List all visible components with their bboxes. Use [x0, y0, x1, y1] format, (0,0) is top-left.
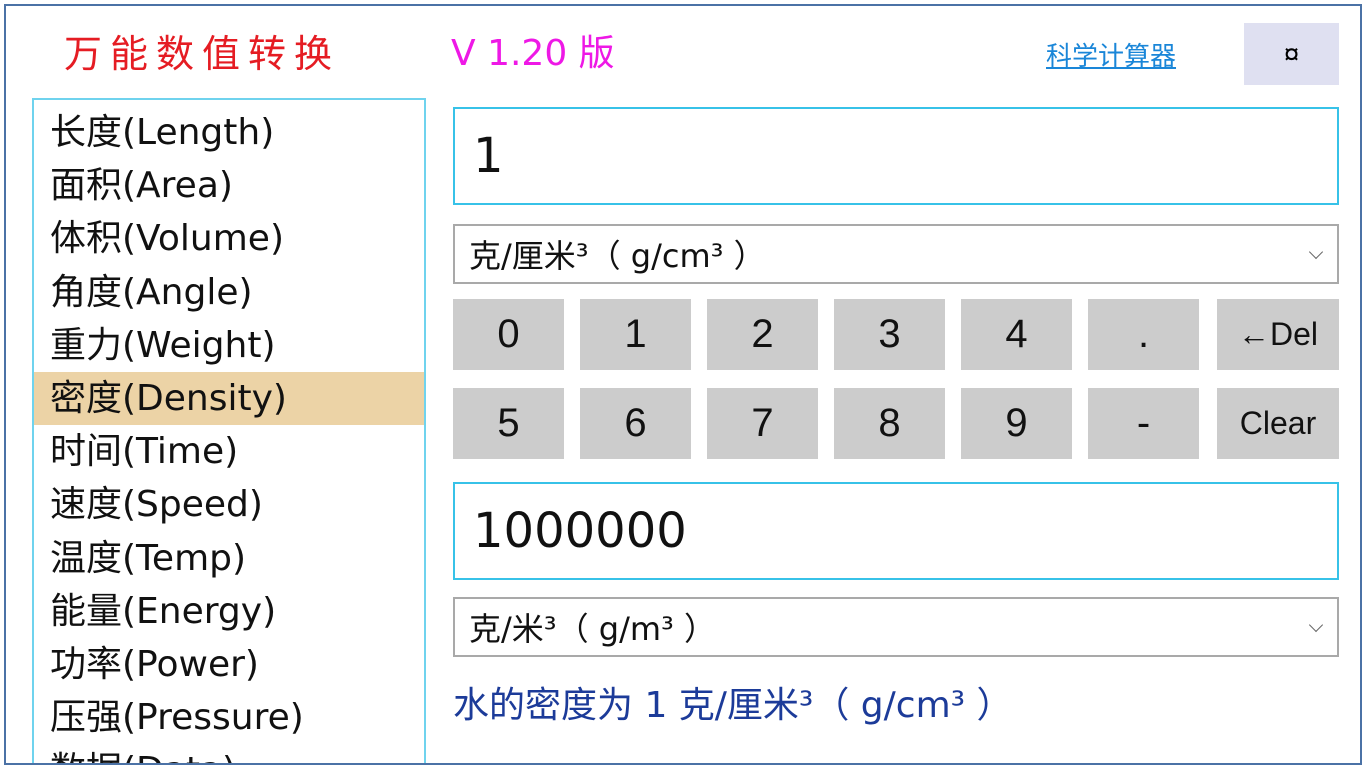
category-item-energy[interactable]: 能量(Energy) — [34, 585, 424, 638]
category-item-power[interactable]: 功率(Power) — [34, 638, 424, 691]
key-9[interactable]: 9 — [961, 388, 1072, 459]
key-0[interactable]: 0 — [453, 299, 564, 370]
category-item-volume[interactable]: 体积(Volume) — [34, 212, 424, 265]
key-6[interactable]: 6 — [580, 388, 691, 459]
key-7[interactable]: 7 — [707, 388, 818, 459]
input-unit-select[interactable]: 克/厘米³（ g/cm³ ） — [453, 224, 1339, 284]
input-unit-label: 克/厘米³（ g/cm³ ） — [469, 237, 766, 275]
category-list[interactable]: 长度(Length) 面积(Area) 体积(Volume) 角度(Angle)… — [32, 98, 426, 763]
output-unit-label: 克/米³（ g/m³ ） — [469, 610, 717, 648]
key-decimal[interactable]: . — [1088, 299, 1199, 370]
category-item-area[interactable]: 面积(Area) — [34, 159, 424, 212]
key-minus[interactable]: - — [1088, 388, 1199, 459]
key-delete[interactable]: ←Del — [1217, 299, 1339, 370]
app-version: V 1.20 版 — [451, 33, 615, 74]
key-8[interactable]: 8 — [834, 388, 945, 459]
category-item-speed[interactable]: 速度(Speed) — [34, 478, 424, 531]
chevron-down-icon — [1308, 617, 1324, 633]
output-value-field[interactable]: 1000000 — [453, 482, 1339, 580]
category-item-angle[interactable]: 角度(Angle) — [34, 266, 424, 319]
input-value-field[interactable]: 1 — [453, 107, 1339, 205]
density-info-text: 水的密度为 1 克/厘米³（ g/cm³ ） — [453, 685, 1013, 726]
chevron-down-icon — [1308, 244, 1324, 260]
category-item-weight[interactable]: 重力(Weight) — [34, 319, 424, 372]
output-unit-select[interactable]: 克/米³（ g/m³ ） — [453, 597, 1339, 657]
category-item-data[interactable]: 数据(Data) — [34, 744, 424, 763]
settings-icon: ¤ — [1283, 38, 1300, 69]
key-4[interactable]: 4 — [961, 299, 1072, 370]
app-window: 万能数值转换 V 1.20 版 科学计算器 ¤ 长度(Length) 面积(Ar… — [4, 4, 1362, 765]
category-item-temp[interactable]: 温度(Temp) — [34, 532, 424, 585]
key-clear[interactable]: Clear — [1217, 388, 1339, 459]
category-item-density[interactable]: 密度(Density) — [34, 371, 424, 426]
key-2[interactable]: 2 — [707, 299, 818, 370]
keypad: 0 1 2 3 4 . ←Del 5 6 7 8 9 - Clear — [453, 299, 1339, 461]
key-5[interactable]: 5 — [453, 388, 564, 459]
app-title: 万能数值转换 — [64, 32, 341, 76]
key-1[interactable]: 1 — [580, 299, 691, 370]
category-item-length[interactable]: 长度(Length) — [34, 106, 424, 159]
category-item-pressure[interactable]: 压强(Pressure) — [34, 691, 424, 744]
settings-button[interactable]: ¤ — [1244, 23, 1339, 85]
scientific-calculator-link[interactable]: 科学计算器 — [1046, 40, 1176, 74]
key-3[interactable]: 3 — [834, 299, 945, 370]
category-item-time[interactable]: 时间(Time) — [34, 425, 424, 478]
